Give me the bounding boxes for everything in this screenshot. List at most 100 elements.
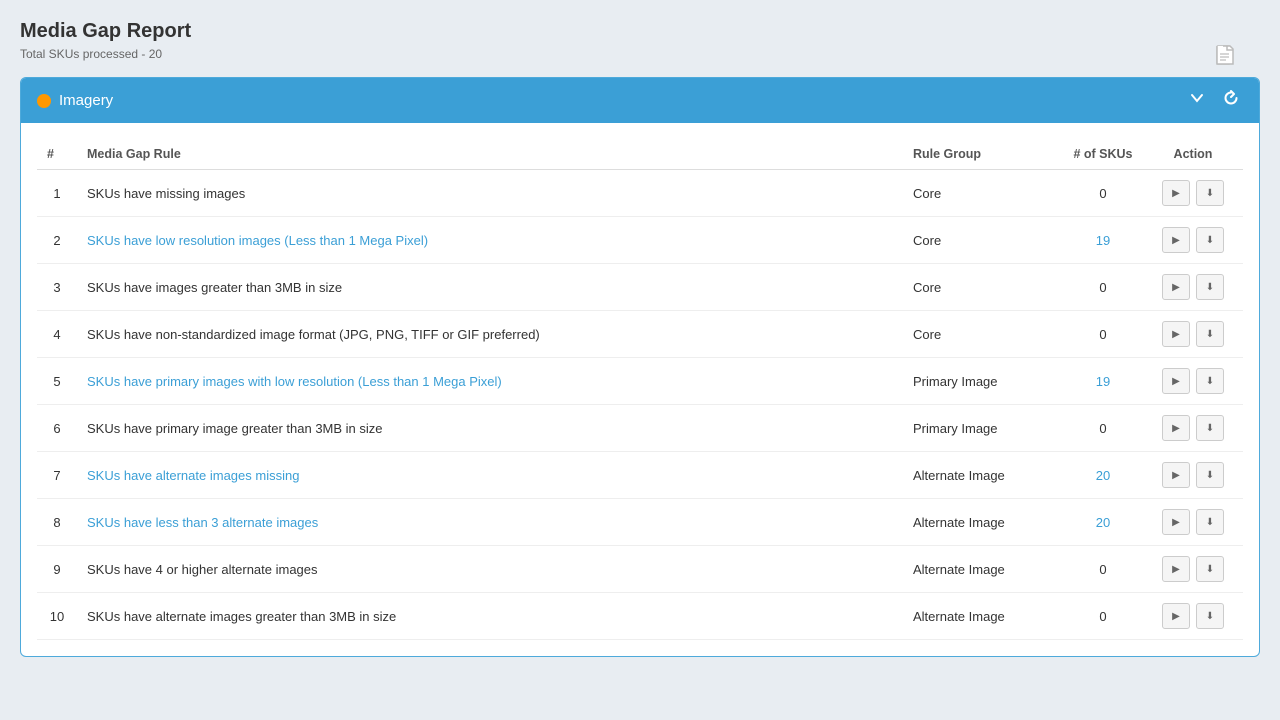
row-action <box>1143 452 1243 499</box>
col-header-rule: Media Gap Rule <box>77 139 903 170</box>
rule-link[interactable]: SKUs have low resolution images (Less th… <box>87 233 428 248</box>
export-button[interactable] <box>1210 40 1240 73</box>
play-button[interactable] <box>1162 180 1190 206</box>
row-action <box>1143 593 1243 640</box>
row-skus: 0 <box>1063 593 1143 640</box>
col-header-skus: # of SKUs <box>1063 139 1143 170</box>
download-button[interactable] <box>1196 603 1224 629</box>
download-icon <box>1206 375 1214 387</box>
row-rule: SKUs have alternate images greater than … <box>77 593 903 640</box>
imagery-card: Imagery # <box>20 77 1260 657</box>
row-action <box>1143 311 1243 358</box>
card-body: # Media Gap Rule Rule Group # of SKUs Ac… <box>21 123 1259 656</box>
play-button[interactable] <box>1162 556 1190 582</box>
table-row: 7SKUs have alternate images missingAlter… <box>37 452 1243 499</box>
play-icon <box>1172 375 1180 387</box>
row-action <box>1143 499 1243 546</box>
collapse-button[interactable] <box>1185 88 1209 113</box>
row-num: 4 <box>37 311 77 358</box>
row-group: Core <box>903 217 1063 264</box>
card-header-right <box>1185 88 1243 113</box>
download-button[interactable] <box>1196 227 1224 253</box>
play-button[interactable] <box>1162 227 1190 253</box>
download-button[interactable] <box>1196 368 1224 394</box>
download-icon <box>1206 469 1214 481</box>
download-button[interactable] <box>1196 180 1224 206</box>
row-num: 8 <box>37 499 77 546</box>
table-row: 1SKUs have missing imagesCore0 <box>37 170 1243 217</box>
table-row: 2 SKUs have low resolution images (Less t… <box>37 217 1243 264</box>
row-num: 6 <box>37 405 77 452</box>
download-icon <box>1206 187 1214 199</box>
refresh-button[interactable] <box>1219 88 1243 113</box>
table-row: 3SKUs have images greater than 3MB in si… <box>37 264 1243 311</box>
play-button[interactable] <box>1162 603 1190 629</box>
row-skus: 19 <box>1063 358 1143 405</box>
download-button[interactable] <box>1196 321 1224 347</box>
section-title: Imagery <box>59 92 113 109</box>
row-num: 3 <box>37 264 77 311</box>
play-icon <box>1172 422 1180 434</box>
play-icon <box>1172 234 1180 246</box>
rule-link[interactable]: SKUs have primary images with low resolu… <box>87 374 502 389</box>
row-num: 2 <box>37 217 77 264</box>
rule-link[interactable]: SKUs have less than 3 alternate images <box>87 515 318 530</box>
download-button[interactable] <box>1196 509 1224 535</box>
chevron-down-icon <box>1189 90 1205 106</box>
card-header: Imagery <box>21 78 1259 123</box>
play-button[interactable] <box>1162 274 1190 300</box>
table-body: 1SKUs have missing imagesCore02SKUs have… <box>37 170 1243 640</box>
page-title: Media Gap Report <box>20 20 1260 43</box>
row-action <box>1143 358 1243 405</box>
play-icon <box>1172 516 1180 528</box>
row-num: 1 <box>37 170 77 217</box>
download-button[interactable] <box>1196 415 1224 441</box>
row-num: 5 <box>37 358 77 405</box>
rule-link[interactable]: SKUs have alternate images missing <box>87 468 299 483</box>
table-row: 8 SKUs have less than 3 alternate images A… <box>37 499 1243 546</box>
play-icon <box>1172 563 1180 575</box>
row-group: Core <box>903 311 1063 358</box>
download-icon <box>1206 328 1214 340</box>
row-skus: 0 <box>1063 264 1143 311</box>
row-action <box>1143 217 1243 264</box>
row-group: Core <box>903 170 1063 217</box>
play-icon <box>1172 469 1180 481</box>
row-skus: 19 <box>1063 217 1143 264</box>
play-button[interactable] <box>1162 509 1190 535</box>
row-num: 7 <box>37 452 77 499</box>
download-icon <box>1206 516 1214 528</box>
row-rule: SKUs have alternate images missing <box>77 452 903 499</box>
row-action <box>1143 264 1243 311</box>
table-row: 5 SKUs have primary images with low resol… <box>37 358 1243 405</box>
row-skus: 0 <box>1063 170 1143 217</box>
download-button[interactable] <box>1196 274 1224 300</box>
row-rule: SKUs have images greater than 3MB in siz… <box>77 264 903 311</box>
status-dot <box>37 94 51 108</box>
row-rule: SKUs have low resolution images (Less th… <box>77 217 903 264</box>
row-group: Primary Image <box>903 358 1063 405</box>
download-icon <box>1206 281 1214 293</box>
play-button[interactable] <box>1162 462 1190 488</box>
row-action <box>1143 546 1243 593</box>
table-row: 10SKUs have alternate images greater tha… <box>37 593 1243 640</box>
download-button[interactable] <box>1196 462 1224 488</box>
page-header: Media Gap Report Total SKUs processed - … <box>20 20 1260 61</box>
download-button[interactable] <box>1196 556 1224 582</box>
skus-header-text: # of SKUs <box>1073 147 1132 161</box>
row-action <box>1143 170 1243 217</box>
play-icon <box>1172 328 1180 340</box>
row-rule: SKUs have primary images with low resolu… <box>77 358 903 405</box>
row-group: Alternate Image <box>903 546 1063 593</box>
row-skus: 20 <box>1063 499 1143 546</box>
table-row: 9SKUs have 4 or higher alternate imagesA… <box>37 546 1243 593</box>
play-button[interactable] <box>1162 368 1190 394</box>
page-subtitle: Total SKUs processed - 20 <box>20 47 1260 61</box>
refresh-icon <box>1223 90 1239 106</box>
play-button[interactable] <box>1162 321 1190 347</box>
row-skus: 0 <box>1063 311 1143 358</box>
row-group: Alternate Image <box>903 499 1063 546</box>
download-icon <box>1206 563 1214 575</box>
play-button[interactable] <box>1162 415 1190 441</box>
row-rule: SKUs have primary image greater than 3MB… <box>77 405 903 452</box>
